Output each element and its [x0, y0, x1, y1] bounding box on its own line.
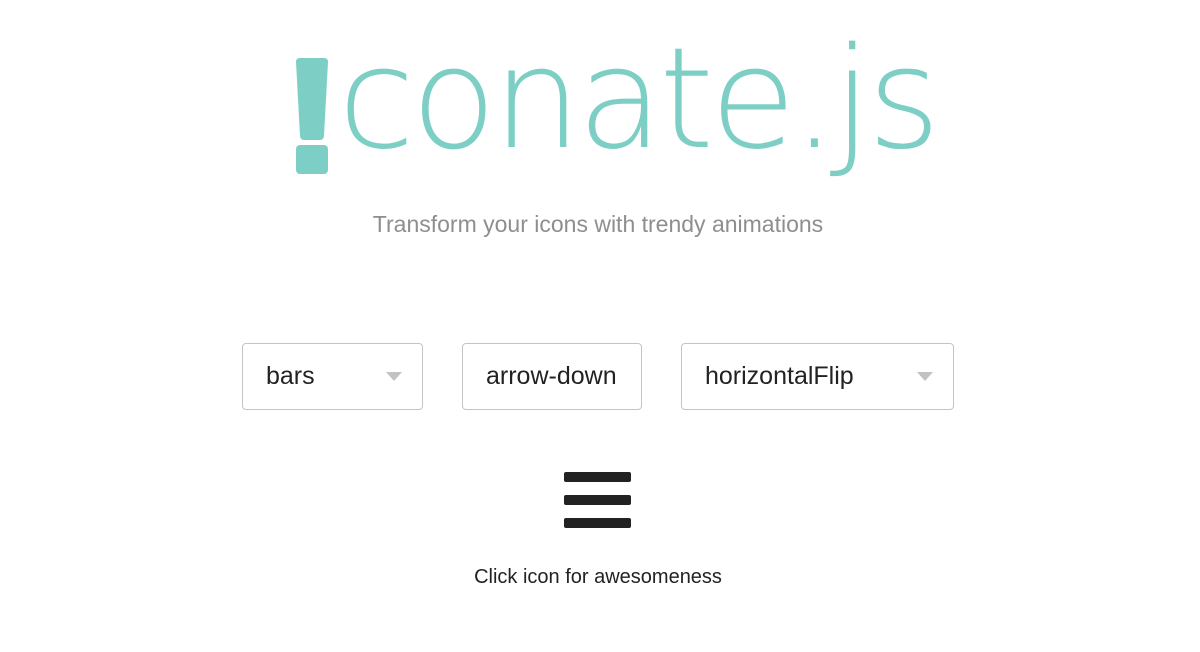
bars-icon[interactable] — [564, 472, 631, 530]
icon-to-select[interactable]: arrow-down — [462, 343, 642, 410]
exclamation-icon — [296, 58, 328, 174]
tagline: Transform your icons with trendy animati… — [372, 211, 824, 237]
logo: conate.js — [294, 30, 941, 206]
icon-select-value: bars — [266, 362, 315, 390]
caret-down-icon — [386, 372, 402, 381]
icon-select[interactable]: bars — [242, 343, 423, 410]
logo-wordmark: conate.js — [338, 18, 941, 181]
icon-to-select-value: arrow-down — [486, 362, 617, 390]
animation-select[interactable]: horizontalFlip — [681, 343, 954, 410]
bar-line — [564, 472, 631, 482]
caret-down-icon — [917, 372, 933, 381]
click-hint: Click icon for awesomeness — [474, 566, 722, 588]
animation-select-value: horizontalFlip — [705, 362, 854, 390]
bar-line — [564, 518, 631, 528]
bar-line — [564, 495, 631, 505]
